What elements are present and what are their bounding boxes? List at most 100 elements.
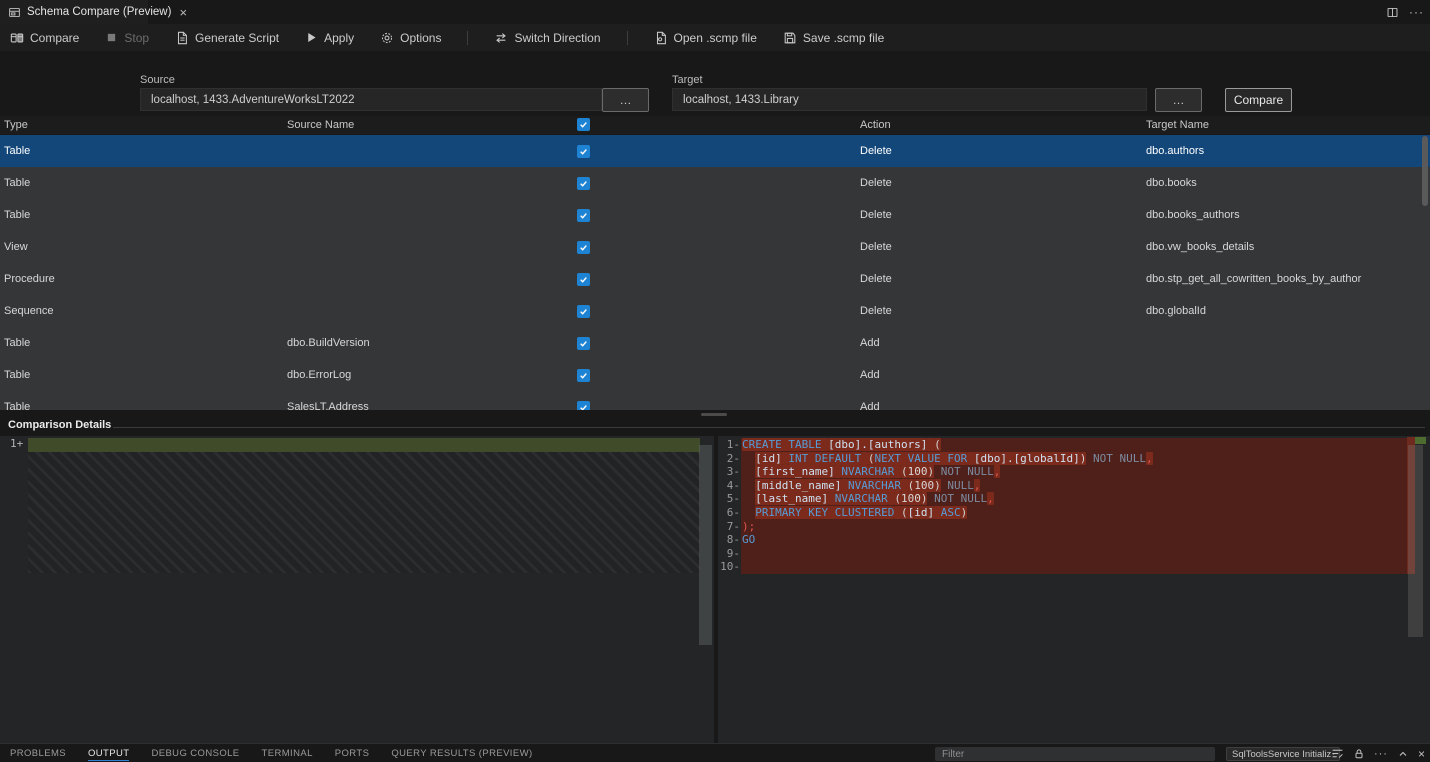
table-row[interactable]: Tabledbo.ErrorLogAdd [0, 359, 1430, 391]
table-row[interactable]: SequenceDeletedbo.globalId [0, 295, 1430, 327]
schema-compare-results-grid: Type Source Name Action Target Name Tabl… [0, 116, 1430, 410]
toolbar-button-options[interactable]: Options [380, 31, 441, 45]
diff-right-scrollbar-thumb[interactable] [1408, 445, 1423, 637]
toolbar-button-compare[interactable]: Compare [10, 31, 79, 45]
row-type: Table [4, 135, 30, 167]
chevron-up-icon[interactable] [1397, 748, 1409, 760]
include-checkbox[interactable] [577, 145, 590, 158]
row-type: Procedure [4, 263, 55, 295]
panel-tab-query-results-preview-[interactable]: QUERY RESULTS (PREVIEW) [391, 746, 532, 760]
sql-code-line: [middle_name] NVARCHAR (100) NULL, [741, 479, 1408, 493]
panel-splitter[interactable] [0, 410, 1430, 418]
diff-target-pane[interactable]: 1-2-3-4-5-6-7-8-9-10- CREATE TABLE [dbo]… [718, 436, 1430, 743]
column-header-target-name[interactable]: Target Name [1146, 116, 1209, 134]
include-checkbox[interactable] [577, 241, 590, 254]
toolbar-button-switch-direction[interactable]: Switch Direction [494, 31, 600, 45]
switch-icon [494, 31, 508, 45]
include-checkbox[interactable] [577, 369, 590, 382]
panel-tabs: PROBLEMS OUTPUT DEBUG CONSOLE TERMINAL PORTS… [0, 746, 533, 761]
column-header-type[interactable]: Type [4, 116, 28, 134]
table-row[interactable]: ViewDeletedbo.vw_books_details [0, 231, 1430, 263]
sql-code-line [741, 547, 1408, 561]
row-action: Delete [860, 135, 892, 167]
editor-more-actions-icon[interactable]: ··· [1409, 5, 1424, 19]
sql-code-line: PRIMARY KEY CLUSTERED ([id] ASC) [741, 506, 1408, 520]
row-action: Add [860, 359, 880, 391]
diff-source-pane[interactable]: 1+ [0, 436, 714, 743]
sql-code-line: GO [741, 533, 1408, 547]
row-type: View [4, 231, 28, 263]
bottom-panel-bar: PROBLEMS OUTPUT DEBUG CONSOLE TERMINAL PORTS… [0, 743, 1430, 762]
options-icon [380, 31, 394, 45]
output-channel-dropdown[interactable]: SqlToolsService Initializ [1226, 747, 1340, 761]
diff-line-number: 4- [718, 479, 740, 493]
include-checkbox[interactable] [577, 337, 590, 350]
diff-left-scrollbar-thumb[interactable] [699, 445, 712, 645]
include-checkbox[interactable] [577, 305, 590, 318]
diff-inserted-line [28, 438, 700, 452]
stop-icon [105, 31, 118, 44]
open-icon [654, 31, 668, 45]
tab-schema-compare[interactable]: Schema Compare (Preview) × [0, 0, 148, 24]
output-filter-input[interactable] [935, 747, 1215, 761]
sql-code-line: [id] INT DEFAULT (NEXT VALUE FOR [dbo].[… [741, 452, 1408, 466]
row-type: Table [4, 391, 30, 410]
panel-more-actions-icon[interactable]: ··· [1374, 748, 1388, 760]
table-row[interactable]: ProcedureDeletedbo.stp_get_all_cowritten… [0, 263, 1430, 295]
clear-output-icon[interactable] [1331, 747, 1344, 760]
diff-line-number: 10- [718, 560, 740, 574]
panel-tab-output[interactable]: OUTPUT [88, 746, 129, 761]
table-row[interactable]: TableSalesLT.AddressAdd [0, 391, 1430, 410]
panel-tab-problems[interactable]: PROBLEMS [10, 746, 66, 760]
lock-icon[interactable] [1353, 748, 1365, 760]
target-input[interactable] [672, 88, 1147, 111]
panel-tab-terminal[interactable]: TERMINAL [262, 746, 313, 760]
table-row[interactable]: TableDeletedbo.books [0, 167, 1430, 199]
split-editor-icon[interactable] [1386, 6, 1399, 19]
panel-close-icon[interactable]: × [1418, 747, 1425, 761]
toolbar-button-open-scmp-file[interactable]: Open .scmp file [654, 31, 757, 45]
select-all-checkbox[interactable] [577, 118, 590, 131]
sql-code-line: [last_name] NVARCHAR (100) NOT NULL, [741, 492, 1408, 506]
splitter-grip[interactable] [701, 413, 727, 416]
include-checkbox[interactable] [577, 273, 590, 286]
sql-code-line: CREATE TABLE [dbo].[authors] ( [741, 438, 1408, 452]
toolbar-button-apply[interactable]: Apply [305, 31, 354, 45]
row-source-name: dbo.ErrorLog [287, 359, 351, 391]
toolbar-button-save-scmp-file[interactable]: Save .scmp file [783, 31, 884, 45]
toolbar-button-label: Generate Script [195, 31, 279, 45]
row-type: Table [4, 327, 30, 359]
source-browse-button[interactable]: … [602, 88, 649, 112]
table-row[interactable]: TableDeletedbo.books_authors [0, 199, 1430, 231]
output-channel-value: SqlToolsService Initializ [1232, 749, 1331, 760]
compare-icon [10, 31, 24, 45]
row-type: Table [4, 199, 30, 231]
include-checkbox[interactable] [577, 401, 590, 410]
include-checkbox[interactable] [577, 209, 590, 222]
tab-title: Schema Compare (Preview) [27, 6, 171, 18]
column-header-source-name[interactable]: Source Name [287, 116, 354, 134]
table-row[interactable]: Table Delete dbo.authors [0, 135, 1430, 167]
toolbar-button-generate-script[interactable]: Generate Script [175, 31, 279, 45]
row-source-name: SalesLT.Address [287, 391, 369, 410]
compare-button[interactable]: Compare [1225, 88, 1292, 112]
row-source-name: dbo.BuildVersion [287, 327, 370, 359]
toolbar-button-label: Stop [124, 31, 149, 45]
diff-line-number: 3- [718, 465, 740, 479]
grid-scrollbar-thumb[interactable] [1422, 136, 1428, 206]
target-browse-button[interactable]: … [1155, 88, 1202, 112]
include-checkbox[interactable] [577, 177, 590, 190]
script-icon [175, 31, 189, 45]
details-divider-line [113, 427, 1425, 428]
table-row[interactable]: Tabledbo.BuildVersionAdd [0, 327, 1430, 359]
grid-header-row: Type Source Name Action Target Name [0, 116, 1430, 134]
tab-close-icon[interactable]: × [179, 6, 187, 19]
row-target-name: dbo.authors [1146, 135, 1204, 167]
column-header-action[interactable]: Action [860, 116, 891, 134]
row-target-name: dbo.stp_get_all_cowritten_books_by_autho… [1146, 263, 1361, 295]
row-target-name: dbo.books_authors [1146, 199, 1240, 231]
panel-tab-ports[interactable]: PORTS [335, 746, 370, 760]
panel-tab-debug-console[interactable]: DEBUG CONSOLE [151, 746, 239, 760]
schema-compare-toolbar: Compare Stop Generate Script Apply Options Sw… [0, 24, 1430, 51]
source-input[interactable] [140, 88, 602, 111]
